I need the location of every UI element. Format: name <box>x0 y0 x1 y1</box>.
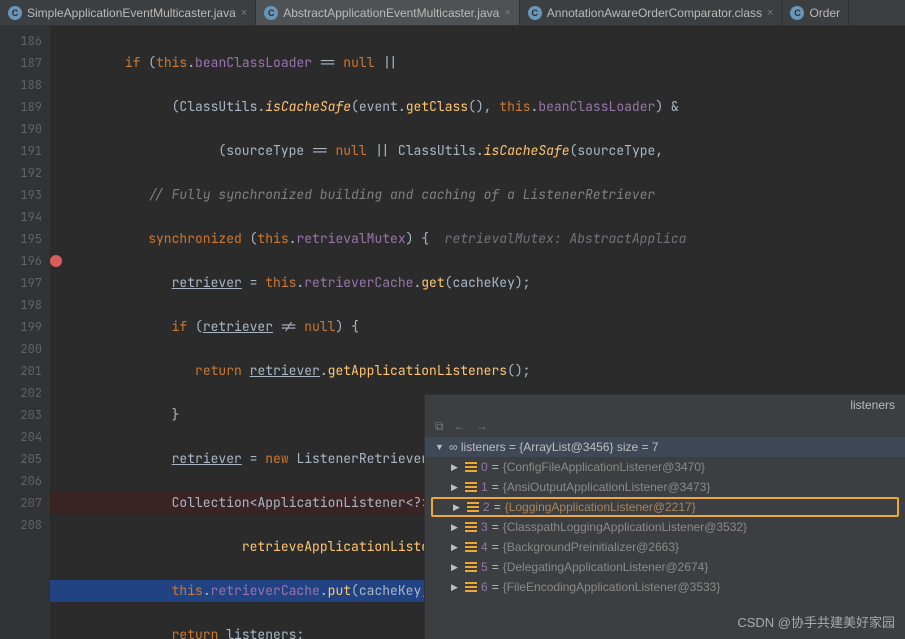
line-number: 206 <box>0 470 42 492</box>
equals-icon <box>465 522 477 532</box>
watermark: CSDN @协手共建美好家园 <box>737 612 895 631</box>
close-icon[interactable]: × <box>504 7 510 19</box>
line-number: 192 <box>0 162 42 184</box>
tab-abstract[interactable]: C AbstractApplicationEventMulticaster.jav… <box>256 0 520 25</box>
line-gutter: 186 187 188 189 190 191 192 193 194 195 … <box>0 26 50 639</box>
equals-icon <box>467 502 479 512</box>
line-number: 193 <box>0 184 42 206</box>
debug-root-variable[interactable]: ▼ ∞ listeners = {ArrayList@3456} size = 7 <box>425 437 905 457</box>
breakpoint-line[interactable]: 196 <box>0 250 42 272</box>
equals-icon <box>465 462 477 472</box>
line-number: 188 <box>0 74 42 96</box>
line-number: 201 <box>0 360 42 382</box>
java-icon: C <box>8 6 22 20</box>
equals-icon <box>465 582 477 592</box>
forward-icon[interactable]: → <box>476 419 488 433</box>
line-number: 189 <box>0 96 42 118</box>
tab-label: SimpleApplicationEventMulticaster.java <box>27 6 236 20</box>
java-icon: C <box>264 6 278 20</box>
line-number: 204 <box>0 426 42 448</box>
line-number: 200 <box>0 338 42 360</box>
debug-item[interactable]: ▶ 6 = {FileEncodingApplicationListener@3… <box>425 577 905 597</box>
line-number: 195 <box>0 228 42 250</box>
tab-simple[interactable]: C SimpleApplicationEventMulticaster.java × <box>0 0 256 25</box>
line-number: 199 <box>0 316 42 338</box>
expand-icon[interactable]: ▼ <box>435 442 445 452</box>
close-icon[interactable]: × <box>241 7 247 19</box>
debug-item[interactable]: ▶ 3 = {ClasspathLoggingApplicationListen… <box>425 517 905 537</box>
debug-item[interactable]: ▶ 0 = {ConfigFileApplicationListener@347… <box>425 457 905 477</box>
tab-annotation[interactable]: C AnnotationAwareOrderComparator.class × <box>520 0 783 25</box>
line-number: 191 <box>0 140 42 162</box>
expand-icon[interactable]: ▶ <box>451 462 461 473</box>
equals-icon <box>465 562 477 572</box>
debug-variables-panel: listeners ⧉ ← → ▼ ∞ listeners = {ArrayLis… <box>424 394 905 639</box>
expand-icon[interactable]: ▶ <box>453 502 463 513</box>
debug-item[interactable]: ▶ 1 = {AnsiOutputApplicationListener@347… <box>425 477 905 497</box>
debug-toolbar: ⧉ ← → <box>425 415 905 437</box>
close-icon[interactable]: × <box>767 7 773 19</box>
java-icon: C <box>790 6 804 20</box>
tab-label: AbstractApplicationEventMulticaster.java <box>283 6 499 20</box>
copy-icon[interactable]: ⧉ <box>435 419 444 434</box>
line-number: 190 <box>0 118 42 140</box>
tab-label: Order <box>809 6 840 20</box>
debug-header: listeners <box>425 395 905 415</box>
debug-item[interactable]: ▶ 4 = {BackgroundPreinitializer@2663} <box>425 537 905 557</box>
tab-order[interactable]: C Order <box>782 0 849 25</box>
debug-title: listeners <box>850 398 895 412</box>
expand-icon[interactable]: ▶ <box>451 582 461 593</box>
tab-label: AnnotationAwareOrderComparator.class <box>547 6 762 20</box>
expand-icon[interactable]: ▶ <box>451 522 461 533</box>
line-number: 207 <box>0 492 42 514</box>
editor-tabs: C SimpleApplicationEventMulticaster.java ×… <box>0 0 905 26</box>
back-icon[interactable]: ← <box>454 419 466 433</box>
debug-item[interactable]: ▶ 5 = {DelegatingApplicationListener@267… <box>425 557 905 577</box>
line-number: 198 <box>0 294 42 316</box>
line-number: 202 <box>0 382 42 404</box>
expand-icon[interactable]: ▶ <box>451 542 461 553</box>
line-number: 187 <box>0 52 42 74</box>
line-number: 194 <box>0 206 42 228</box>
line-number: 186 <box>0 30 42 52</box>
debug-value: ∞ listeners = {ArrayList@3456} size = 7 <box>449 440 659 454</box>
java-icon: C <box>528 6 542 20</box>
line-number: 205 <box>0 448 42 470</box>
equals-icon <box>465 482 477 492</box>
equals-icon <box>465 542 477 552</box>
line-number: 208 <box>0 514 42 536</box>
expand-icon[interactable]: ▶ <box>451 482 461 493</box>
expand-icon[interactable]: ▶ <box>451 562 461 573</box>
line-number: 203 <box>0 404 42 426</box>
line-number: 197 <box>0 272 42 294</box>
debug-item-selected[interactable]: ▶ 2 = {LoggingApplicationListener@2217} <box>431 497 899 517</box>
